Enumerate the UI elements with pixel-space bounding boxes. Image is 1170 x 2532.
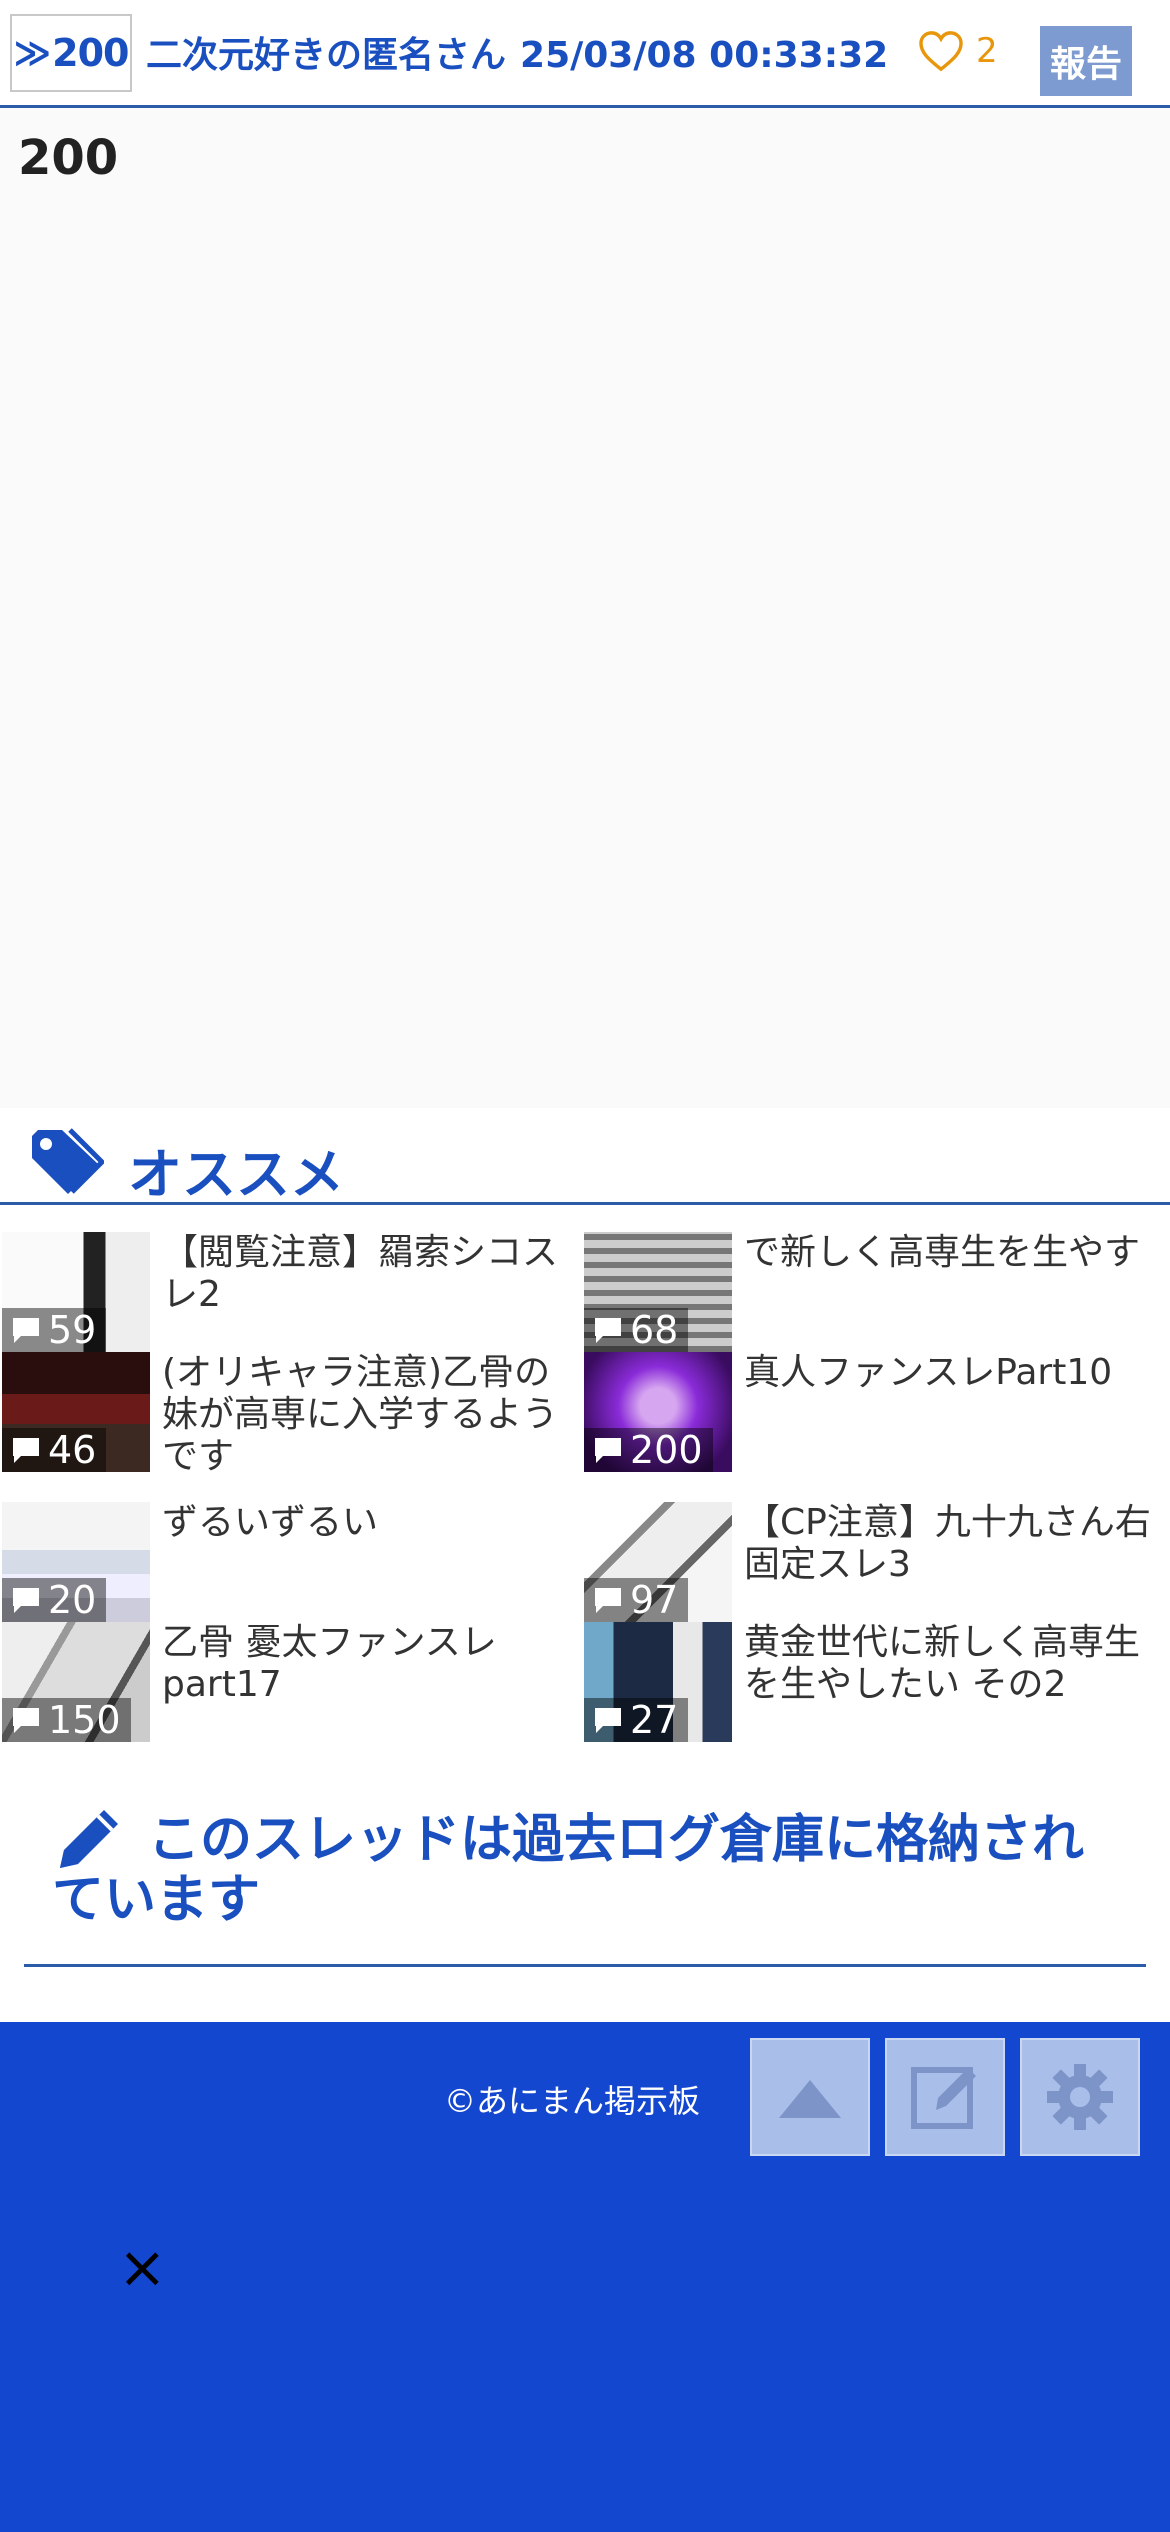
edit-icon — [911, 2067, 976, 2129]
recommend-item[interactable]: 150 乙骨 憂太ファンスレpart17 — [2, 1622, 586, 1742]
thumbnail: 150 — [2, 1622, 150, 1742]
recommend-header: オススメ — [0, 1120, 1170, 1206]
recommend-item-title: 黄金世代に新しく高専生を生やしたい その2 — [744, 1622, 1141, 1705]
reply-count: 97 — [584, 1578, 689, 1622]
recommend-item-title: ずるいずるい — [162, 1502, 379, 1543]
comment-icon — [595, 1588, 621, 1613]
reply-count: 20 — [2, 1578, 107, 1622]
recommend-grid: 59 【閲覧注意】羂索シコスレ2 68 で新しく高専生を生やす 46 (オリキャ… — [0, 1232, 1170, 1742]
double-chevron-icon: ≫ — [13, 32, 51, 74]
write-button[interactable] — [885, 2038, 1005, 2156]
recommend-item[interactable]: 97 【CP注意】九十九さん右固定スレ3 — [584, 1502, 1168, 1622]
comment-icon — [595, 1438, 621, 1463]
reply-number: 200 — [52, 31, 129, 75]
post-body: 200 — [0, 108, 1170, 1108]
comment-icon — [13, 1588, 39, 1613]
scroll-top-button[interactable] — [750, 2038, 870, 2156]
recommend-item-title: で新しく高専生を生やす — [744, 1232, 1141, 1273]
comment-icon — [595, 1318, 621, 1343]
recommend-title: オススメ — [128, 1143, 344, 1206]
reply-count: 46 — [2, 1428, 107, 1472]
tag-icon — [32, 1128, 104, 1194]
post-timestamp: 25/03/08 00:33:32 — [520, 35, 889, 76]
recommend-item[interactable]: 68 で新しく高専生を生やす — [584, 1232, 1168, 1352]
comment-icon — [13, 1318, 39, 1343]
recommend-item-title: 乙骨 憂太ファンスレpart17 — [162, 1622, 497, 1705]
comment-icon — [13, 1708, 39, 1733]
gear-icon — [1047, 2064, 1113, 2130]
copyright: ©あにまん掲示板 — [444, 2082, 701, 2120]
thumbnail: 20 — [2, 1502, 150, 1622]
archive-notice: このスレッドは過去ログ倉庫に格納されています — [24, 1792, 1146, 1967]
recommend-item-title: (オリキャラ注意)乙骨の妹が高専に入学するようです — [162, 1352, 559, 1477]
thumbnail: 59 — [2, 1232, 150, 1352]
recommend-item[interactable]: 20 ずるいずるい — [2, 1502, 586, 1622]
reply-count: 59 — [2, 1308, 107, 1352]
thumbnail: 68 — [584, 1232, 732, 1352]
post-text: 200 — [18, 130, 119, 186]
recommend-item-title: 【CP注意】九十九さん右固定スレ3 — [744, 1502, 1151, 1585]
thumbnail: 27 — [584, 1622, 732, 1742]
close-ad-button[interactable]: × — [118, 2238, 167, 2296]
post-header: ≫ 200 二次元好きの匿名さん 25/03/08 00:33:32 2 報告 — [0, 0, 1170, 108]
thumbnail: 200 — [584, 1352, 732, 1472]
reply-count: 68 — [584, 1308, 689, 1352]
footer: ©あにまん掲示板 — [0, 2022, 1170, 2532]
comment-icon — [13, 1438, 39, 1463]
thumbnail: 46 — [2, 1352, 150, 1472]
reply-count: 27 — [584, 1698, 689, 1742]
recommend-item[interactable]: 59 【閲覧注意】羂索シコスレ2 — [2, 1232, 586, 1352]
recommend-item-title: 【閲覧注意】羂索シコスレ2 — [162, 1232, 559, 1315]
reply-count: 150 — [2, 1698, 131, 1742]
thumbnail: 97 — [584, 1502, 732, 1622]
report-button[interactable]: 報告 — [1040, 26, 1132, 96]
poster-name: 二次元好きの匿名さん — [146, 35, 507, 76]
triangle-up-icon — [779, 2080, 841, 2118]
settings-button[interactable] — [1020, 2038, 1140, 2156]
like-button[interactable]: 2 — [918, 30, 998, 72]
recommend-item[interactable]: 46 (オリキャラ注意)乙骨の妹が高専に入学するようです — [2, 1352, 586, 1477]
recommend-item[interactable]: 27 黄金世代に新しく高専生を生やしたい その2 — [584, 1622, 1168, 1742]
recommend-item[interactable]: 200 真人ファンスレPart10 — [584, 1352, 1168, 1472]
recommend-item-title: 真人ファンスレPart10 — [744, 1352, 1113, 1393]
archive-notice-text: このスレッドは過去ログ倉庫に格納されています — [52, 1810, 1085, 1930]
like-count: 2 — [976, 31, 998, 71]
heart-icon — [919, 31, 963, 72]
poster-info: 二次元好きの匿名さん 25/03/08 00:33:32 — [146, 26, 888, 78]
reply-count: 200 — [584, 1428, 713, 1472]
comment-icon — [595, 1708, 621, 1733]
reply-number-button[interactable]: ≫ 200 — [10, 14, 132, 92]
